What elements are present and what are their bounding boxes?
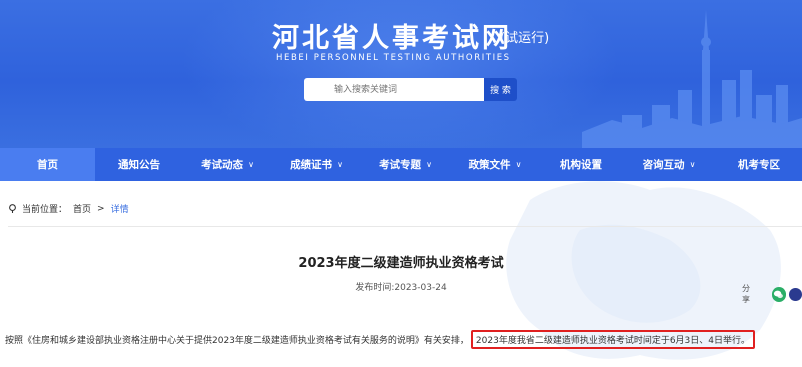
nav-item-label: 首页 <box>37 159 58 171</box>
article-body: 按照《住房和城乡建设部执业资格注册中心关于提供2023年度二级建造师执业资格考试… <box>5 330 756 349</box>
chevron-down-icon: ∨ <box>337 160 343 169</box>
breadcrumb: 当前位置： 首页 > 详情 <box>8 202 135 215</box>
breadcrumb-separator: > <box>97 203 105 214</box>
wechat-icon[interactable] <box>771 286 787 302</box>
nav-item-label: 考试专题 <box>379 159 422 171</box>
content-divider <box>8 226 802 227</box>
header-banner: 河北省人事考试网 (试运行) HEBEI PERSONNEL TESTING A… <box>0 0 802 148</box>
weibo-icon[interactable] <box>789 287 802 301</box>
search-button[interactable]: 搜 索 <box>484 78 517 101</box>
nav-item-exam-topics[interactable]: 考试专题 ∨ <box>361 148 450 181</box>
breadcrumb-current: 详情 <box>110 205 129 215</box>
nav-item-label: 考试动态 <box>201 159 244 171</box>
breadcrumb-home[interactable]: 首页 <box>73 202 91 215</box>
share-bar: 分享 <box>742 283 802 305</box>
breadcrumb-prefix: 当前位置： <box>22 205 68 215</box>
site-title-suffix: (试运行) <box>500 31 550 46</box>
nav-item-home[interactable]: 首页 <box>0 148 95 181</box>
article-body-text: 按照《住房和城乡建设部执业资格注册中心关于提供2023年度二级建造师执业资格考试… <box>5 336 469 346</box>
nav-item-label: 通知公告 <box>118 159 160 171</box>
chevron-down-icon: ∨ <box>426 160 432 169</box>
share-label: 分享 <box>742 284 750 304</box>
article-title: 2023年度二级建造师执业资格考试 <box>298 256 504 271</box>
chevron-down-icon: ∨ <box>248 160 254 169</box>
nav-item-notices[interactable]: 通知公告 <box>95 148 183 181</box>
site-title: 河北省人事考试网 <box>272 23 512 54</box>
location-icon <box>9 204 16 213</box>
search-input[interactable] <box>304 78 484 101</box>
nav-item-label: 成绩证书 <box>290 159 333 171</box>
chevron-down-icon: ∨ <box>689 160 696 169</box>
chevron-down-icon: ∨ <box>515 160 522 169</box>
nav-item-scores-certs[interactable]: 成绩证书 ∨ <box>272 148 361 181</box>
skyline-decoration <box>582 10 802 148</box>
site-subtitle-en: HEBEI PERSONNEL TESTING AUTHORITIES <box>276 53 511 63</box>
publish-date: 发布时间:2023-03-24 <box>355 283 447 293</box>
highlighted-exam-date: 2023年度我省二级建造师执业资格考试时间定于6月3日、4日举行。 <box>470 330 756 349</box>
nav-item-exam-news[interactable]: 考试动态 ∨ <box>183 148 272 181</box>
